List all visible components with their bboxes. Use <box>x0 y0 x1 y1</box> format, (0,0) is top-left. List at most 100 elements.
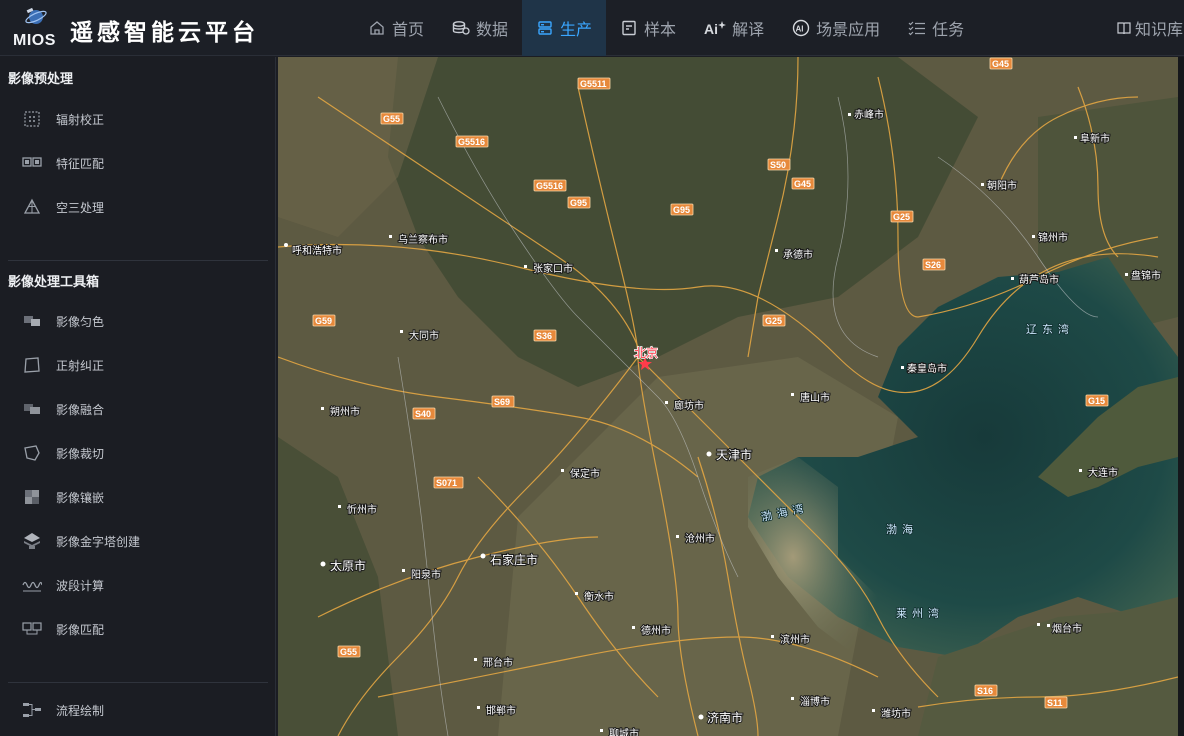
highway-label: G95 <box>673 205 690 215</box>
highway-label: G15 <box>1088 396 1105 406</box>
city-label[interactable]: 张家口市 <box>532 261 574 276</box>
app-title: 遥感智能云平台 <box>70 20 259 46</box>
highway-label: S40 <box>415 409 431 419</box>
nav-knowledge-base[interactable]: 知识库 <box>1117 0 1183 56</box>
pyramid-icon <box>24 533 40 549</box>
tool-aerial-triangulation[interactable]: 空三处理 <box>0 189 268 225</box>
capital-label[interactable]: 北京 <box>633 345 659 361</box>
city-label[interactable]: 赤峰市 <box>853 107 885 122</box>
tool-ortho-correction[interactable]: 正射纠正 <box>0 347 268 383</box>
city-label[interactable]: 济南市 <box>706 709 744 726</box>
city-label[interactable]: 滨州市 <box>779 632 811 647</box>
tool-image-fusion[interactable]: 影像融合 <box>0 391 268 427</box>
tool-feature-matching[interactable]: 特征匹配 <box>0 145 268 181</box>
city-label[interactable]: 阳泉市 <box>410 567 442 582</box>
tool-radiometric-correction[interactable]: 辐射校正 <box>0 101 268 137</box>
city-label[interactable]: 廊坊市 <box>673 398 705 413</box>
map-canvas[interactable]: 辽东湾 渤海湾 渤海 莱州湾 赤峰市 阜新市 朝阳市 锦州市 盘锦市 葫芦岛市 … <box>278 57 1178 736</box>
highway-label: S36 <box>536 331 552 341</box>
city-label[interactable]: 潍坊市 <box>880 706 912 721</box>
nav-data[interactable]: 数据 <box>438 0 522 56</box>
image-match-icon <box>22 622 42 635</box>
city-label[interactable]: 朝阳市 <box>986 178 1018 193</box>
tool-band-calculation[interactable]: 波段计算 <box>0 567 268 603</box>
clip-icon <box>24 445 40 461</box>
city-label[interactable]: 保定市 <box>569 466 601 481</box>
fusion-icon <box>24 404 40 414</box>
city-label[interactable]: 沧州市 <box>684 531 716 546</box>
tool-label: 辐射校正 <box>56 113 105 127</box>
city-label[interactable]: 葫芦岛市 <box>1018 272 1060 287</box>
tool-color-balance[interactable]: 影像匀色 <box>0 303 268 339</box>
tool-label: 影像镶嵌 <box>56 491 105 505</box>
satellite-logo-icon <box>25 7 47 24</box>
top-navigation-bar: MIOS 遥感智能云平台 首页 数据 生产 样本 Ai 解译 AI 场景应用 任… <box>0 0 1184 56</box>
nav-knowledge-base-label: 知识库 <box>1135 20 1184 39</box>
highway-label: S69 <box>494 397 510 407</box>
nav-production[interactable]: 生产 <box>522 0 607 56</box>
city-label[interactable]: 邯郸市 <box>485 703 517 718</box>
tool-image-mosaic[interactable]: 影像镶嵌 <box>0 479 268 515</box>
section-title-preprocessing: 影像预处理 <box>8 72 74 87</box>
city-label[interactable]: 阜新市 <box>1079 131 1111 146</box>
mosaic-icon <box>25 490 39 504</box>
ai-badge-icon: AI <box>792 19 810 37</box>
city-label[interactable]: 忻州市 <box>346 502 378 517</box>
city-label[interactable]: 淄博市 <box>799 694 831 709</box>
ortho-icon <box>24 357 40 373</box>
city-label[interactable]: 烟台市 <box>1051 621 1083 636</box>
highway-label: S11 <box>1047 698 1063 708</box>
sea-label: 渤海 <box>886 522 918 536</box>
city-label[interactable]: 大连市 <box>1087 465 1119 480</box>
right-scrollbar[interactable] <box>1178 57 1184 736</box>
city-label[interactable]: 秦皇岛市 <box>906 361 948 376</box>
tool-image-clip[interactable]: 影像裁切 <box>0 435 268 471</box>
city-label[interactable]: 石家庄市 <box>489 551 539 568</box>
city-label[interactable]: 乌兰察布市 <box>397 232 449 247</box>
tool-label: 影像融合 <box>56 403 105 417</box>
city-label[interactable]: 盘锦市 <box>1130 268 1162 283</box>
highway-label: G25 <box>765 316 782 326</box>
nav-sample-label: 样本 <box>644 20 677 39</box>
highway-label: G45 <box>992 59 1009 69</box>
city-label[interactable]: 锦州市 <box>1037 230 1069 245</box>
radiometric-icon <box>24 111 40 127</box>
tool-label: 正射纠正 <box>56 359 105 373</box>
tool-image-matching[interactable]: 影像匹配 <box>0 611 268 647</box>
city-label[interactable]: 聊城市 <box>608 726 640 736</box>
highway-label: S16 <box>977 686 993 696</box>
triangulation-icon <box>23 198 41 214</box>
nav-scenario[interactable]: AI 场景应用 <box>778 0 894 56</box>
city-label[interactable]: 大同市 <box>408 328 440 343</box>
satellite-map[interactable]: 辽东湾 渤海湾 渤海 莱州湾 赤峰市 阜新市 朝阳市 锦州市 盘锦市 葫芦岛市 … <box>278 57 1178 736</box>
city-label[interactable]: 承德市 <box>782 247 814 262</box>
city-label[interactable]: 德州市 <box>640 623 672 638</box>
highway-label: G5516 <box>536 181 563 191</box>
city-label[interactable]: 邢台市 <box>482 655 514 670</box>
tool-pyramid-create[interactable]: 影像金字塔创建 <box>0 523 268 559</box>
tool-label: 影像匹配 <box>56 623 105 637</box>
city-label[interactable]: 太原市 <box>329 557 367 574</box>
highway-label: G45 <box>794 179 811 189</box>
city-label[interactable]: 衡水市 <box>583 589 615 604</box>
nav-home[interactable]: 首页 <box>354 0 438 56</box>
nav-sample[interactable]: 样本 <box>606 0 690 56</box>
nav-interpret-label: 解译 <box>732 20 765 39</box>
nav-data-label: 数据 <box>476 20 509 39</box>
nav-interpret[interactable]: Ai 解译 <box>690 0 778 56</box>
tool-flow-design[interactable]: 流程绘制 <box>0 692 268 728</box>
highway-label: G5516 <box>458 137 485 147</box>
nav-task[interactable]: 任务 <box>894 0 978 56</box>
nav-home-label: 首页 <box>392 20 425 39</box>
nav-production-label: 生产 <box>560 20 593 39</box>
svg-text:Ai: Ai <box>704 21 718 36</box>
city-label[interactable]: 唐山市 <box>799 390 831 405</box>
app-logo[interactable]: MIOS <box>10 5 62 51</box>
city-label[interactable]: 呼和浩特市 <box>291 243 343 258</box>
highway-label: S071 <box>436 478 457 488</box>
city-label[interactable]: 天津市 <box>715 446 753 463</box>
home-icon <box>368 19 386 37</box>
color-balance-icon <box>24 316 40 326</box>
city-label[interactable]: 朔州市 <box>329 404 361 419</box>
section-divider <box>8 682 268 683</box>
